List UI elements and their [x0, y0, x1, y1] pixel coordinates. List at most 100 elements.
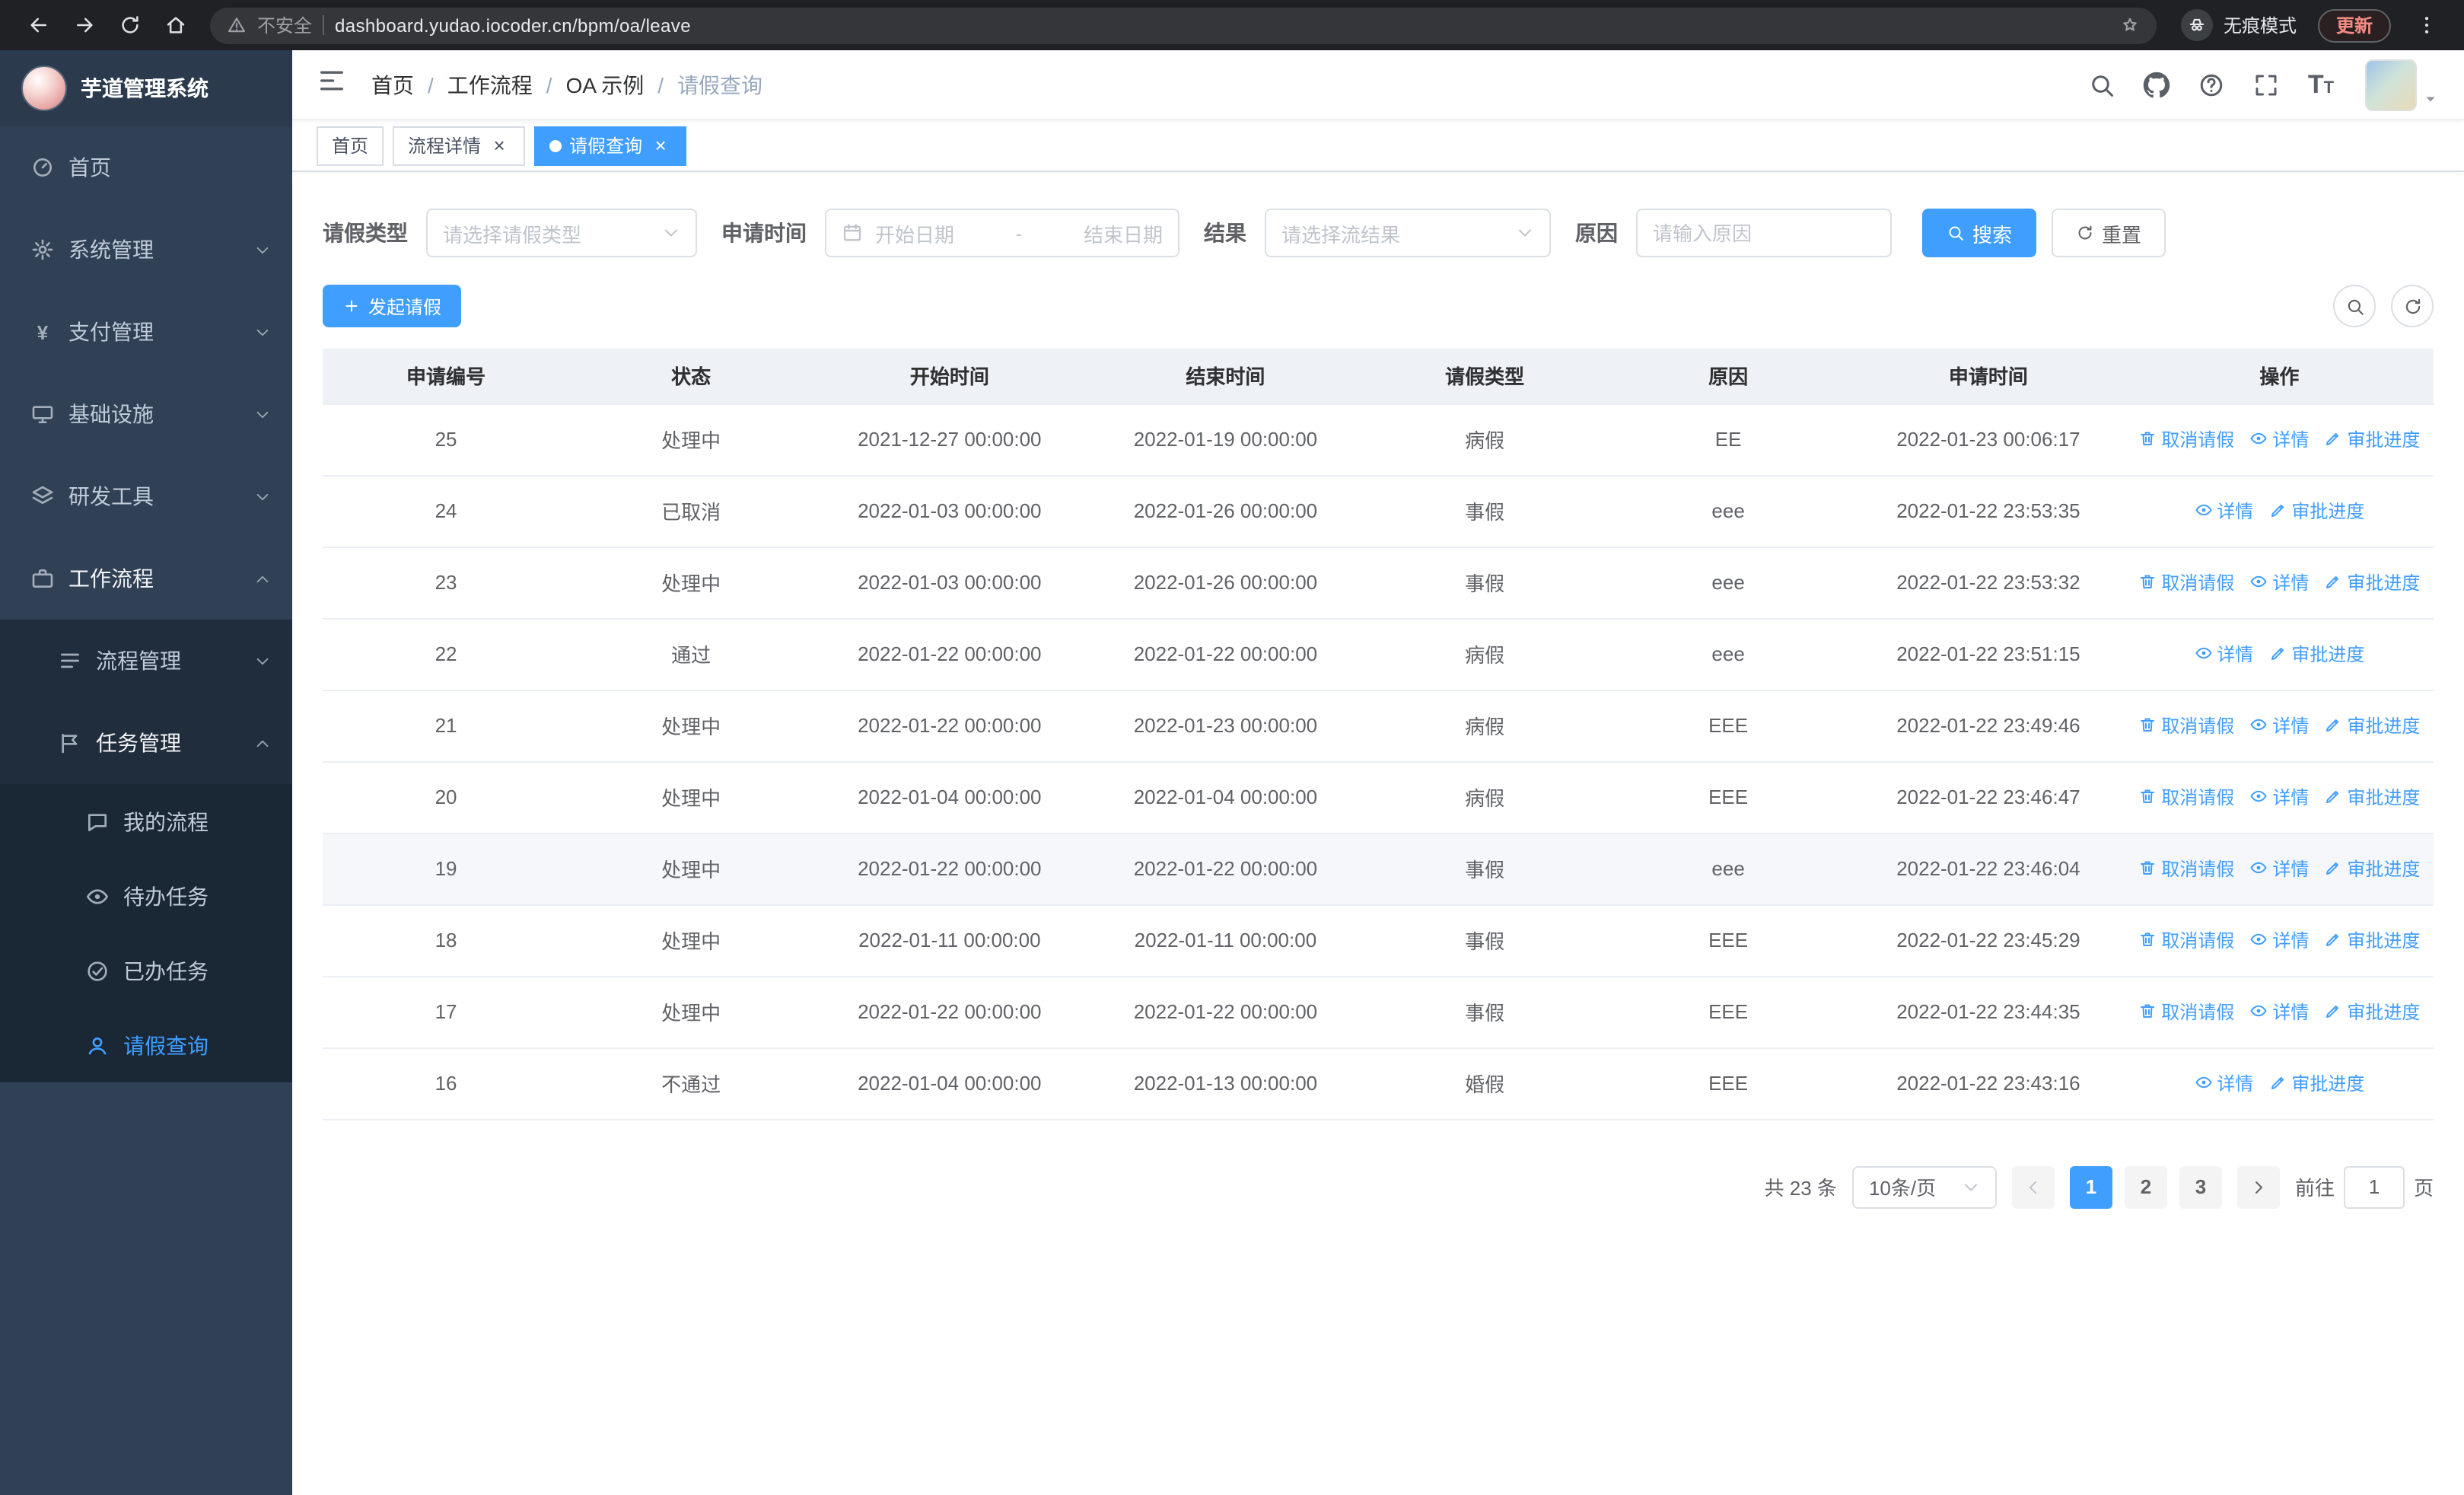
sidebar-item-leave-query[interactable]: 请假查询 [0, 1008, 292, 1082]
chevron-down-icon [662, 224, 680, 242]
progress-link[interactable]: 审批进度 [2324, 569, 2420, 595]
sidebar-item-label: 基础设施 [68, 402, 154, 426]
sidebar-item-my-process[interactable]: 我的流程 [0, 784, 292, 859]
browser-menu-button[interactable] [2406, 5, 2446, 45]
briefcase-icon [30, 566, 55, 591]
create-leave-button[interactable]: 发起请假 [323, 285, 462, 327]
cancel-link[interactable]: 取消请假 [2138, 426, 2234, 452]
detail-link[interactable]: 详情 [2194, 641, 2253, 667]
cancel-link[interactable]: 取消请假 [2138, 856, 2234, 881]
detail-link[interactable]: 详情 [2249, 999, 2309, 1025]
detail-link[interactable]: 详情 [2249, 856, 2309, 881]
question-button[interactable] [2189, 62, 2234, 107]
cell-id: 23 [323, 547, 570, 619]
chevron-left-icon [2024, 1178, 2042, 1196]
back-button[interactable] [18, 5, 58, 45]
cell-type: 婚假 [1364, 1047, 1606, 1120]
tab-1[interactable]: 流程详情 × [393, 126, 526, 165]
leave-type-select[interactable]: 请选择请假类型 [426, 209, 697, 257]
home-button[interactable] [155, 5, 195, 45]
next-page-button[interactable] [2236, 1165, 2280, 1208]
user-menu[interactable] [2365, 59, 2440, 110]
cancel-link[interactable]: 取消请假 [2138, 999, 2234, 1025]
result-placeholder: 请选择流结果 [1281, 223, 1401, 246]
reload-icon [118, 14, 141, 37]
progress-link[interactable]: 审批进度 [2268, 498, 2364, 524]
hamburger-icon [317, 65, 347, 96]
detail-link[interactable]: 详情 [2249, 426, 2309, 452]
goto-page-input[interactable] [2343, 1165, 2405, 1208]
progress-link[interactable]: 审批进度 [2268, 641, 2364, 667]
sidebar-item-payment-management[interactable]: ¥ 支付管理 [0, 291, 292, 373]
progress-link[interactable]: 审批进度 [2324, 856, 2420, 881]
browser-update-button[interactable]: 更新 [2317, 8, 2391, 42]
cancel-link[interactable]: 取消请假 [2138, 569, 2234, 595]
close-icon[interactable]: × [650, 135, 671, 156]
reset-button[interactable]: 重置 [2052, 209, 2166, 257]
sidebar-logo[interactable]: 芋道管理系统 [0, 50, 292, 126]
breadcrumb-item[interactable]: 工作流程 [447, 69, 533, 100]
page-button-1[interactable]: 1 [2069, 1165, 2112, 1208]
detail-link[interactable]: 详情 [2194, 498, 2253, 524]
search-button[interactable]: 搜索 [1922, 209, 2037, 257]
sidebar-item-todo-task[interactable]: 待办任务 [0, 859, 292, 933]
detail-link[interactable]: 详情 [2194, 1070, 2253, 1096]
cancel-link[interactable]: 取消请假 [2138, 712, 2234, 738]
reason-input[interactable] [1638, 210, 1890, 256]
column-header: 申请时间 [1851, 349, 2125, 404]
tab-2[interactable]: 请假查询 × [534, 126, 687, 165]
result-select[interactable]: 请选择流结果 [1265, 209, 1551, 257]
trash-icon [2138, 788, 2157, 806]
progress-link[interactable]: 审批进度 [2324, 927, 2420, 953]
search-toggle-button[interactable] [2333, 285, 2376, 327]
progress-link[interactable]: 审批进度 [2324, 999, 2420, 1025]
sidebar-item-system-management[interactable]: 系统管理 [0, 209, 292, 291]
cancel-link[interactable]: 取消请假 [2138, 927, 2234, 953]
forward-button[interactable] [64, 5, 103, 45]
font-size-button[interactable]: TT [2298, 62, 2344, 107]
detail-link[interactable]: 详情 [2249, 927, 2309, 953]
fullscreen-button[interactable] [2243, 62, 2289, 107]
sidebar-item-process-management[interactable]: 流程管理 [0, 620, 292, 702]
breadcrumb-item[interactable]: 首页 [371, 69, 414, 100]
sidebar-item-task-management[interactable]: 任务管理 [0, 702, 292, 784]
sidebar-item-workflow[interactable]: 工作流程 [0, 537, 292, 620]
sidebar-item-infrastructure[interactable]: 基础设施 [0, 373, 292, 455]
cell-end: 2022-01-04 00:00:00 [1086, 761, 1365, 834]
cell-applied: 2022-01-22 23:44:35 [1851, 976, 2125, 1048]
tab-0[interactable]: 首页 [317, 126, 384, 165]
detail-link[interactable]: 详情 [2249, 569, 2309, 595]
sidebar-item-done-task[interactable]: 已办任务 [0, 933, 292, 1008]
page-button-3[interactable]: 3 [2179, 1165, 2222, 1208]
page-size-select[interactable]: 10条/页 [1851, 1165, 1997, 1208]
reload-button[interactable] [110, 5, 149, 45]
sidebar-menu: 首页 系统管理 ¥ 支付管理基础设施研发工具 工作流程 流程管理 任务管理 我的流程 待办任务已… [0, 126, 292, 1082]
monitor-icon [30, 402, 55, 426]
progress-link[interactable]: 审批进度 [2324, 784, 2420, 810]
date-range-picker[interactable]: 开始日期 - 结束日期 [825, 209, 1179, 257]
total-count: 共 23 条 [1764, 1177, 1837, 1200]
github-button[interactable] [2134, 62, 2179, 107]
close-icon[interactable]: × [489, 135, 510, 156]
prev-page-button[interactable] [2011, 1165, 2055, 1208]
detail-link[interactable]: 详情 [2249, 712, 2309, 738]
refresh-toggle-button[interactable] [2391, 285, 2434, 327]
sidebar-toggle-button[interactable] [317, 65, 347, 104]
cell-status: 处理中 [569, 904, 813, 977]
sidebar-item-dev-tools[interactable]: 研发工具 [0, 455, 292, 537]
sidebar-item-home[interactable]: 首页 [0, 126, 292, 209]
breadcrumb-item[interactable]: OA 示例 [566, 69, 645, 100]
progress-link[interactable]: 审批进度 [2268, 1070, 2364, 1096]
page-button-2[interactable]: 2 [2124, 1165, 2167, 1208]
address-bar[interactable]: 不安全 dashboard.yudao.iocoder.cn/bpm/oa/le… [210, 7, 2157, 43]
cancel-link[interactable]: 取消请假 [2138, 784, 2234, 810]
detail-link[interactable]: 详情 [2249, 784, 2309, 810]
cell-status: 通过 [569, 618, 813, 690]
progress-link[interactable]: 审批进度 [2324, 712, 2420, 738]
eye-icon [2249, 716, 2268, 735]
bookmark-star-icon[interactable] [2120, 15, 2140, 35]
cell-end: 2022-01-22 00:00:00 [1086, 833, 1365, 905]
url-text: dashboard.yudao.iocoder.cn/bpm/oa/leave [335, 14, 691, 36]
progress-link[interactable]: 审批进度 [2324, 426, 2420, 452]
search-button[interactable] [2079, 62, 2125, 107]
